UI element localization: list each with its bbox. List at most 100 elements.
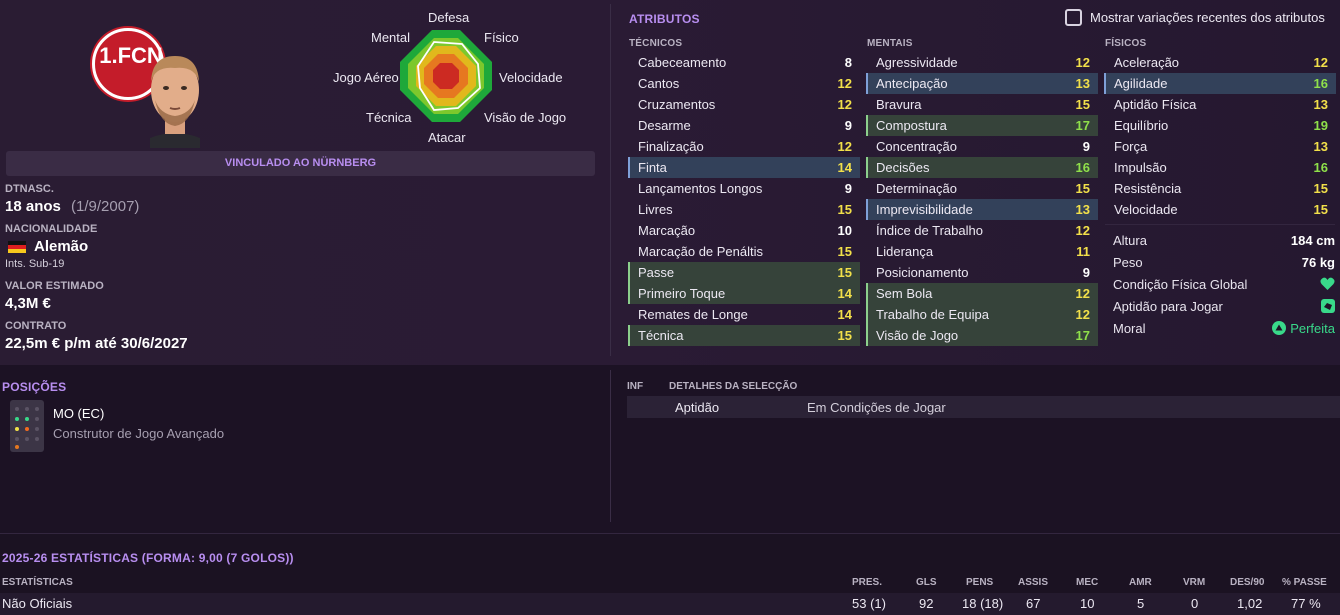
weight-row: Peso 76 kg xyxy=(1113,254,1335,270)
mental-title: MENTAIS xyxy=(867,38,913,49)
position-role[interactable]: Construtor de Jogo Avançado xyxy=(53,426,224,441)
age: 18 anos xyxy=(5,198,61,215)
divider xyxy=(1105,224,1335,225)
selection-row[interactable]: Aptidão Em Condições de Jogar xyxy=(627,396,1340,418)
show-changes-label[interactable]: Mostrar variações recentes dos atributos xyxy=(1090,10,1325,25)
selection-row-value: Em Condições de Jogar xyxy=(807,400,946,415)
stats-cell: 10 xyxy=(1080,596,1095,611)
stats-cell: 0 xyxy=(1191,596,1199,611)
physical-list: Aceleração 12 Agilidade 16 Aptidão Física 1… xyxy=(1104,52,1336,220)
attribute-row[interactable]: Antecipação 13 xyxy=(866,73,1098,94)
value-amount: 4,3M € xyxy=(5,295,51,312)
nationality-label: NACIONALIDADE xyxy=(5,223,98,235)
radar-label-technique: Técnica xyxy=(366,110,412,125)
fitness-row: Condição Física Global xyxy=(1113,273,1335,295)
attributes-title: ATRIBUTOS xyxy=(629,12,700,26)
attribute-row[interactable]: Cabeceamento 8 xyxy=(628,52,860,73)
stats-header-assists[interactable]: ASSIS xyxy=(1018,577,1048,588)
morale-row: Moral Perfeita xyxy=(1113,320,1335,336)
attribute-row[interactable]: Índice de Trabalho 12 xyxy=(866,220,1098,241)
divider xyxy=(610,370,611,522)
attribute-row[interactable]: Velocidade 15 xyxy=(1104,199,1336,220)
attribute-row[interactable]: Decisões 16 xyxy=(866,157,1098,178)
attribute-row[interactable]: Remates de Longe 14 xyxy=(628,304,860,325)
technical-title: TÉCNICOS xyxy=(629,38,683,49)
attribute-row[interactable]: Marcação de Penáltis 15 xyxy=(628,241,860,262)
selection-details-header: DETALHES DA SELECÇÃO xyxy=(669,381,798,392)
contract-value: 22,5m € p/m até 30/6/2027 xyxy=(5,335,188,352)
primary-position[interactable]: MO (EC) xyxy=(53,406,104,421)
age-value: 18 anos (1/9/2007) xyxy=(5,198,139,215)
stats-header-drb90[interactable]: DES/90 xyxy=(1230,577,1264,588)
heart-icon xyxy=(1320,277,1335,290)
attribute-row[interactable]: Posicionamento 9 xyxy=(866,262,1098,283)
attribute-row[interactable]: Passe 15 xyxy=(628,262,860,283)
mental-list: Agressividade 12 Antecipação 13 Bravura 15 … xyxy=(866,52,1098,346)
stats-header-goals[interactable]: GLS xyxy=(916,577,937,588)
attribute-row[interactable]: Finta 14 xyxy=(628,157,860,178)
position-pitch-icon xyxy=(10,400,44,452)
stats-header-apps[interactable]: PRES. xyxy=(852,577,882,588)
attribute-row[interactable]: Aptidão Física 13 xyxy=(1104,94,1336,115)
radar-label-physical: Físico xyxy=(484,30,519,45)
stats-row[interactable]: Não Oficiais 53 (1) 92 18 (18) 67 10 5 0… xyxy=(0,593,1340,615)
positions-title: POSIÇÕES xyxy=(2,380,67,394)
club-banner[interactable]: VINCULADO AO NÜRNBERG xyxy=(6,151,595,176)
stats-header-pass-pct[interactable]: % PASSE xyxy=(1282,577,1327,588)
technical-list: Cabeceamento 8 Cantos 12 Cruzamentos 12 Des… xyxy=(628,52,860,346)
height-value: 184 cm xyxy=(1290,232,1335,248)
match-fitness-icon xyxy=(1321,299,1335,313)
dob-value: (1/9/2007) xyxy=(71,198,140,215)
attribute-row[interactable]: Bravura 15 xyxy=(866,94,1098,115)
attribute-row[interactable]: Sem Bola 12 xyxy=(866,283,1098,304)
attribute-row[interactable]: Agressividade 12 xyxy=(866,52,1098,73)
match-fitness-row: Aptidão para Jogar xyxy=(1113,295,1335,317)
attribute-row[interactable]: Cruzamentos 12 xyxy=(628,94,860,115)
nationality-value[interactable]: Alemão xyxy=(34,238,88,255)
show-changes-checkbox[interactable] xyxy=(1065,9,1082,26)
radar-label-attack: Atacar xyxy=(428,130,466,145)
attribute-row[interactable]: Cantos 12 xyxy=(628,73,860,94)
attribute-row[interactable]: Impulsão 16 xyxy=(1104,157,1336,178)
stats-cell: 5 xyxy=(1137,596,1145,611)
attribute-row[interactable]: Livres 15 xyxy=(628,199,860,220)
stats-header-reds[interactable]: VRM xyxy=(1183,577,1205,588)
stats-row-label: Não Oficiais xyxy=(2,596,73,611)
selection-row-label: Aptidão xyxy=(675,400,720,415)
attribute-row[interactable]: Finalização 12 xyxy=(628,136,860,157)
germany-flag-icon xyxy=(8,241,26,253)
attribute-row[interactable]: Visão de Jogo 17 xyxy=(866,325,1098,346)
physical-title: FÍSICOS xyxy=(1105,38,1147,49)
morale-up-icon xyxy=(1272,321,1287,335)
radar-label-vision: Visão de Jogo xyxy=(484,110,567,125)
attribute-row[interactable]: Lançamentos Longos 9 xyxy=(628,178,860,199)
stats-cell: 77 % xyxy=(1291,596,1321,611)
attribute-row[interactable]: Trabalho de Equipa 12 xyxy=(866,304,1098,325)
selection-info-header: INF xyxy=(627,381,644,392)
attribute-row[interactable]: Resistência 15 xyxy=(1104,178,1336,199)
weight-value: 76 kg xyxy=(1301,254,1335,270)
stats-header-pens[interactable]: PENS xyxy=(966,577,993,588)
attribute-row[interactable]: Aceleração 12 xyxy=(1104,52,1336,73)
attribute-row[interactable]: Agilidade 16 xyxy=(1104,73,1336,94)
attribute-row[interactable]: Compostura 17 xyxy=(866,115,1098,136)
stats-header-yellows[interactable]: AMR xyxy=(1129,577,1152,588)
attribute-row[interactable]: Concentração 9 xyxy=(866,136,1098,157)
morale-value: Perfeita xyxy=(1290,320,1335,336)
attribute-row[interactable]: Imprevisibilidade 13 xyxy=(866,199,1098,220)
attribute-row[interactable]: Marcação 10 xyxy=(628,220,860,241)
attribute-radar xyxy=(400,30,492,122)
attribute-row[interactable]: Força 13 xyxy=(1104,136,1336,157)
radar-label-aerial: Jogo Aéreo xyxy=(333,70,399,85)
attribute-row[interactable]: Desarme 9 xyxy=(628,115,860,136)
stats-cell: 92 xyxy=(919,596,934,611)
divider xyxy=(0,533,1340,534)
stats-header-pom[interactable]: MEC xyxy=(1076,577,1098,588)
attribute-row[interactable]: Técnica 15 xyxy=(628,325,860,346)
attribute-row[interactable]: Equilíbrio 19 xyxy=(1104,115,1336,136)
attribute-row[interactable]: Determinação 15 xyxy=(866,178,1098,199)
attribute-row[interactable]: Liderança 11 xyxy=(866,241,1098,262)
stats-col-label: ESTATÍSTICAS xyxy=(2,577,73,588)
stats-cell: 1,02 xyxy=(1237,596,1263,611)
attribute-row[interactable]: Primeiro Toque 14 xyxy=(628,283,860,304)
